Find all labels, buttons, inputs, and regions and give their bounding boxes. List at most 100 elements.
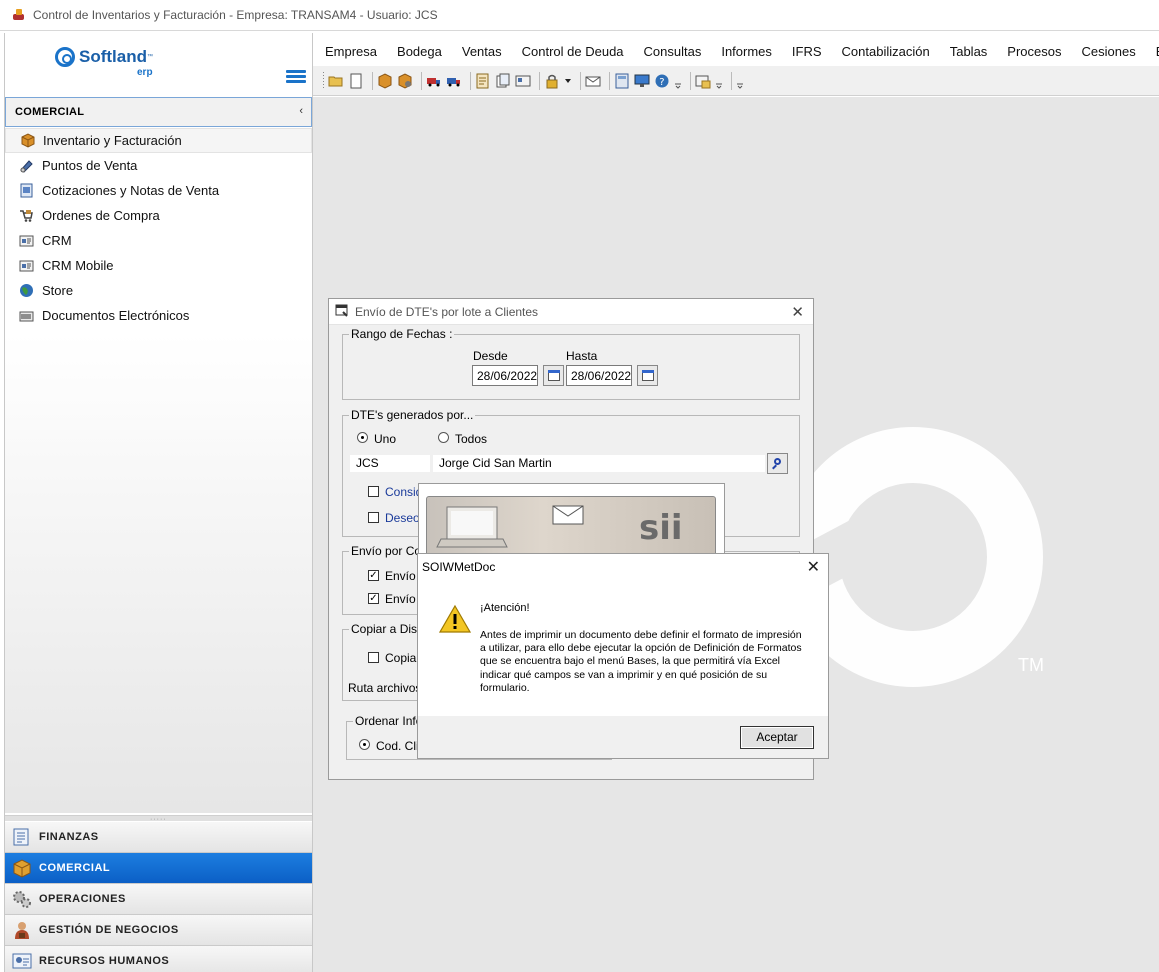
sidebar-item-ordenes-compra[interactable]: Ordenes de Compra <box>5 203 312 228</box>
desde-calendar-icon[interactable] <box>543 365 564 386</box>
sidebar-item-crm[interactable]: CRM <box>5 228 312 253</box>
monitor-icon[interactable] <box>634 73 650 89</box>
truck-in-icon[interactable] <box>426 73 442 89</box>
dialog-title-bar[interactable]: Envío de DTE's por lote a Clientes ✕ <box>329 299 813 325</box>
sii-banner-image: sii <box>426 496 716 558</box>
menu-procesos[interactable]: Procesos <box>1007 44 1061 59</box>
overflow-chevron-icon-2[interactable] <box>715 73 723 89</box>
module-header[interactable]: COMERCIAL ‹ <box>5 97 312 127</box>
edoc-icon <box>19 308 34 323</box>
menu-consultas[interactable]: Consultas <box>644 44 702 59</box>
sidebar-item-documentos-electronicos[interactable]: Documentos Electrónicos <box>5 303 312 328</box>
collapse-chevron-icon[interactable]: ‹ <box>299 105 303 117</box>
menu-ifrs[interactable]: IFRS <box>792 44 822 59</box>
alert-title-bar[interactable]: SOIWMetDoc ✕ <box>418 554 828 580</box>
radio-cod-cliente[interactable] <box>359 739 370 750</box>
menu-bodega[interactable]: Bodega <box>397 44 442 59</box>
logo-tm: ™ <box>147 54 153 60</box>
search-user-icon[interactable] <box>767 453 788 474</box>
sidebar-item-cotizaciones[interactable]: Cotizaciones y Notas de Venta <box>5 178 312 203</box>
pos-icon <box>19 158 34 173</box>
truck-out-icon[interactable] <box>446 73 462 89</box>
consid-checkbox[interactable] <box>368 486 379 497</box>
sidebar-item-crm-mobile[interactable]: CRM Mobile <box>5 253 312 278</box>
copiar-checkbox[interactable] <box>368 652 379 663</box>
deseo-checkbox[interactable] <box>368 512 379 523</box>
rango-fechas-group: Rango de Fechas : Desde Hasta 28/06/2022… <box>342 327 800 400</box>
panel-splitter[interactable]: ····· <box>5 815 312 823</box>
alert-title: SOIWMetDoc <box>422 560 496 574</box>
report-icon[interactable] <box>475 73 491 89</box>
alert-heading: ¡Atención! <box>480 602 530 614</box>
menu-tablas[interactable]: Tablas <box>950 44 988 59</box>
sidebar-item-label: Cotizaciones y Notas de Venta <box>42 183 220 198</box>
aceptar-button[interactable]: Aceptar <box>740 726 814 749</box>
dialog-close-button[interactable]: ✕ <box>791 303 804 321</box>
gears-icon <box>11 889 33 909</box>
main-toolbar: ? <box>313 66 1159 96</box>
menu-contabilizacion[interactable]: Contabilización <box>842 44 930 59</box>
envio-label-2[interactable]: Envío <box>385 592 416 606</box>
card-icon[interactable] <box>515 73 531 89</box>
hasta-date-input[interactable]: 28/06/2022 <box>566 365 632 386</box>
hamburger-menu-icon[interactable] <box>286 70 306 84</box>
calculator-icon[interactable] <box>614 73 630 89</box>
logo-area: Softland ™ erp <box>5 33 312 95</box>
menu-cesiones[interactable]: Cesiones <box>1082 44 1136 59</box>
menu-ventas[interactable]: Ventas <box>462 44 502 59</box>
alert-message: Antes de imprimir un documento debe defi… <box>480 629 802 694</box>
open-folder-icon[interactable] <box>328 73 344 89</box>
module-comercial[interactable]: COMERCIAL <box>5 853 312 884</box>
sii-logo-text: sii <box>639 508 683 548</box>
copy-icon[interactable] <box>495 73 511 89</box>
help-icon[interactable]: ? <box>654 73 670 89</box>
sidebar-item-label: Puntos de Venta <box>42 158 138 173</box>
mail-icon[interactable] <box>585 73 601 89</box>
radio-todos-label[interactable]: Todos <box>455 432 487 446</box>
module-finanzas[interactable]: FINANZAS <box>5 822 312 853</box>
sidebar-item-inventario[interactable]: Inventario y Facturación <box>5 128 312 153</box>
window-folder-icon[interactable] <box>695 73 711 89</box>
deseo-label[interactable]: Deseo <box>385 511 420 525</box>
hasta-calendar-icon[interactable] <box>637 365 658 386</box>
radio-todos[interactable] <box>438 432 449 443</box>
menu-control-deuda[interactable]: Control de Deuda <box>522 44 624 59</box>
menu-informes[interactable]: Informes <box>721 44 772 59</box>
lock-icon[interactable] <box>544 73 560 89</box>
radio-uno-label[interactable]: Uno <box>374 432 396 446</box>
toolbar-separator <box>690 71 691 90</box>
sidebar-item-label: CRM <box>42 233 72 248</box>
overflow-chevron-icon-3[interactable] <box>736 73 744 89</box>
sidebar-item-label: Ordenes de Compra <box>42 208 160 223</box>
box-gear-icon[interactable] <box>397 72 413 89</box>
product-box-icon[interactable] <box>377 72 393 89</box>
warning-icon <box>438 604 472 634</box>
copiar-label[interactable]: Copiar <box>385 651 420 665</box>
overflow-chevron-icon[interactable] <box>674 73 682 89</box>
menu-empresa[interactable]: Empresa <box>325 44 377 59</box>
alert-close-button[interactable]: ✕ <box>807 557 820 577</box>
module-gestion-negocios[interactable]: GESTIÓN DE NEGOCIOS <box>5 915 312 946</box>
module-operaciones[interactable]: OPERACIONES <box>5 884 312 915</box>
group-caption: Envío por Cor <box>349 544 428 558</box>
box-icon <box>20 133 35 148</box>
toolbar-separator <box>470 71 471 90</box>
new-document-icon[interactable] <box>348 73 364 89</box>
module-label: FINANZAS <box>39 831 99 843</box>
dropdown-arrow-icon[interactable] <box>564 73 572 89</box>
sidebar-menu: Inventario y Facturación Puntos de Venta… <box>5 128 312 328</box>
toolbar-grip <box>323 71 324 90</box>
envio-checkbox-1[interactable]: ✓ <box>368 570 379 581</box>
toolbar-separator <box>580 71 581 90</box>
module-switcher: FINANZAS COMERCIAL OPERACIONES GESTIÓN D… <box>5 822 312 972</box>
envio-checkbox-2[interactable]: ✓ <box>368 593 379 604</box>
svg-text:?: ? <box>659 77 664 88</box>
consid-label[interactable]: Consid <box>385 485 422 499</box>
module-recursos-humanos[interactable]: RECURSOS HUMANOS <box>5 946 312 972</box>
radio-uno[interactable] <box>357 432 368 443</box>
sidebar-item-puntos-venta[interactable]: Puntos de Venta <box>5 153 312 178</box>
sidebar-item-store[interactable]: Store <box>5 278 312 303</box>
desde-date-input[interactable]: 28/06/2022 <box>472 365 538 386</box>
hr-icon <box>11 951 33 971</box>
user-code-field[interactable]: JCS <box>350 455 430 472</box>
